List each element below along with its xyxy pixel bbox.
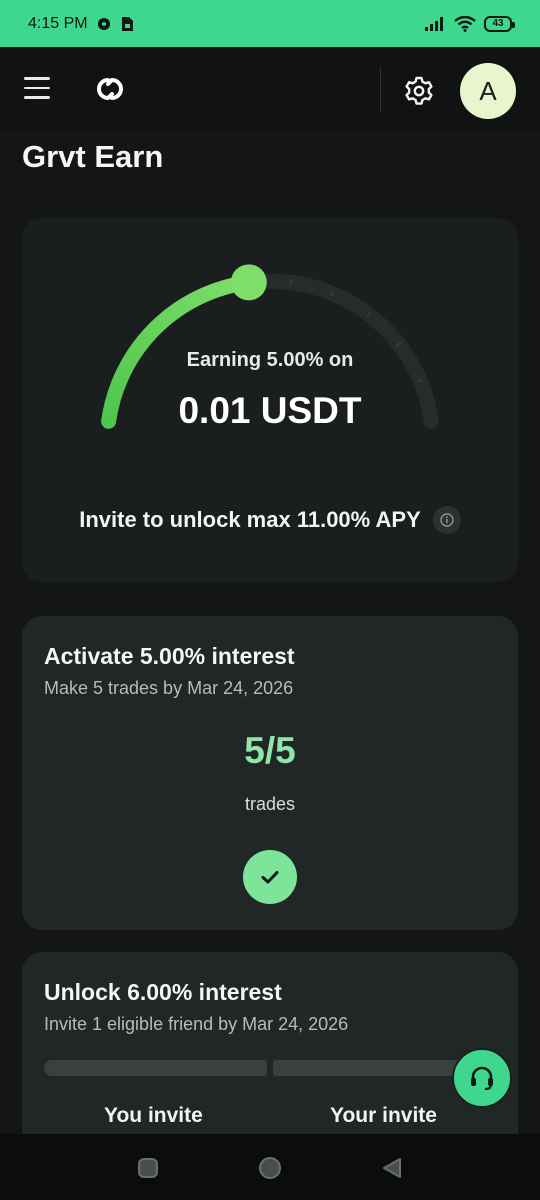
signal-icon	[424, 16, 446, 32]
chat-notification-icon	[96, 16, 112, 32]
wifi-icon	[454, 15, 476, 32]
unlock-interest-subtitle: Invite 1 eligible friend by Mar 24, 2026	[44, 1014, 349, 1034]
invite-progress-segment-1	[44, 1060, 267, 1076]
avatar[interactable]: A	[460, 63, 516, 119]
home-circle-icon[interactable]	[258, 1156, 282, 1180]
headset-icon	[467, 1063, 497, 1093]
apy-gauge	[101, 264, 439, 429]
page-title: Grvt Earn	[22, 139, 164, 174]
status-time: 4:15 PM	[28, 14, 88, 32]
earning-amount: 0.01 USDT	[178, 390, 362, 431]
status-bar: 4:15 PM 43	[0, 0, 540, 47]
info-icon[interactable]	[432, 506, 461, 534]
support-button[interactable]	[452, 1048, 512, 1108]
grvt-logo-icon[interactable]	[88, 71, 132, 107]
unlock-interest-title: Unlock 6.00% interest	[44, 979, 282, 1005]
checkmark-icon	[243, 850, 297, 904]
trades-progress: 5/5	[244, 730, 296, 771]
gauge-knob	[230, 264, 267, 301]
app-header: A	[0, 47, 540, 131]
gear-icon[interactable]	[402, 74, 436, 108]
sim-card-icon	[120, 16, 134, 32]
system-nav-bar	[0, 1134, 540, 1200]
activate-interest-card: Activate 5.00% interest Make 5 trades by…	[22, 616, 518, 930]
hamburger-menu-icon[interactable]	[24, 77, 52, 99]
your-invite-label: Your invite	[330, 1104, 437, 1127]
recents-square-icon[interactable]	[136, 1156, 160, 1180]
trades-unit: trades	[244, 794, 296, 814]
invite-unlock-row[interactable]: Invite to unlock max 11.00% APY	[22, 506, 518, 534]
you-invite-label: You invite	[104, 1104, 203, 1127]
battery-indicator: 43	[484, 15, 515, 32]
earning-label: Earning 5.00% on	[186, 349, 354, 371]
invite-unlock-text: Invite to unlock max 11.00% APY	[79, 507, 421, 532]
earn-summary-card: Earning 5.00% on 0.01 USDT Invite to unl…	[22, 218, 518, 582]
header-divider	[380, 67, 381, 113]
triangle-back-icon[interactable]	[380, 1156, 404, 1180]
gauge-tick	[289, 279, 293, 286]
activate-interest-title: Activate 5.00% interest	[44, 643, 295, 669]
unlock-interest-card: Unlock 6.00% interest Invite 1 eligible …	[22, 952, 518, 1152]
activate-interest-subtitle: Make 5 trades by Mar 24, 2026	[44, 678, 294, 698]
